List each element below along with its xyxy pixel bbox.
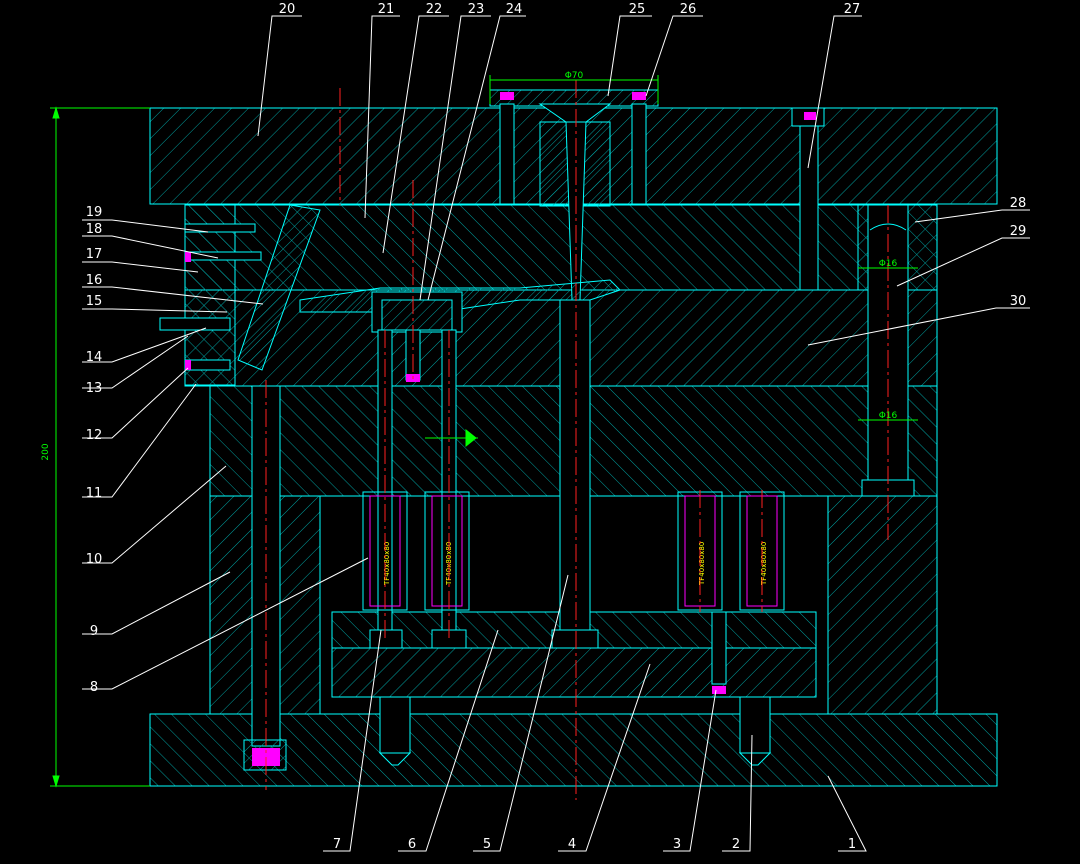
- balloon-24: 24: [506, 2, 523, 17]
- balloon-2: 2: [732, 837, 740, 852]
- balloon-14: 14: [86, 350, 103, 365]
- balloon-23: 23: [468, 2, 485, 17]
- balloon-13: 13: [86, 381, 103, 396]
- balloon-30: 30: [1010, 294, 1027, 309]
- balloon-11: 11: [86, 486, 103, 501]
- balloon-5: 5: [483, 837, 491, 852]
- balloon-18: 18: [86, 222, 103, 237]
- balloon-15: 15: [86, 294, 103, 309]
- guide-pin-dim-upper: Φ16: [879, 259, 898, 269]
- balloon-1: 1: [848, 837, 856, 852]
- balloon-8: 8: [90, 680, 98, 695]
- balloon-10: 10: [86, 552, 103, 567]
- sprue-diameter-dim: Φ70: [565, 71, 584, 81]
- balloon-26: 26: [680, 2, 697, 17]
- balloon-28: 28: [1010, 196, 1027, 211]
- overall-height-dim: 200: [41, 443, 51, 460]
- balloon-20: 20: [279, 2, 296, 17]
- balloon-4: 4: [568, 837, 576, 852]
- balloon-12: 12: [86, 428, 103, 443]
- balloon-27: 27: [844, 2, 861, 17]
- balloon-29: 29: [1010, 224, 1027, 239]
- balloon-7: 7: [333, 837, 341, 852]
- balloon-6: 6: [408, 837, 416, 852]
- guide-pin-dim-lower: Φ16: [879, 411, 898, 421]
- spring-label-3: TF40x80x80: [698, 542, 706, 586]
- balloon-25: 25: [629, 2, 646, 17]
- balloon-21: 21: [378, 2, 395, 17]
- balloon-3: 3: [673, 837, 681, 852]
- balloon-19: 19: [86, 205, 103, 220]
- spring-label-1: TF40x80x80: [383, 542, 391, 586]
- drawing-canvas: TF40x80x80 TF40x80x80 TF40x80x80 TF40x80…: [41, 2, 1030, 852]
- mold-assembly-drawing: TF40x80x80 TF40x80x80 TF40x80x80 TF40x80…: [0, 0, 1080, 859]
- balloon-17: 17: [86, 247, 103, 262]
- balloon-22: 22: [426, 2, 443, 17]
- spring-label-4: TF40x80x80: [760, 542, 768, 586]
- balloon-16: 16: [86, 273, 103, 288]
- balloon-9: 9: [90, 624, 98, 639]
